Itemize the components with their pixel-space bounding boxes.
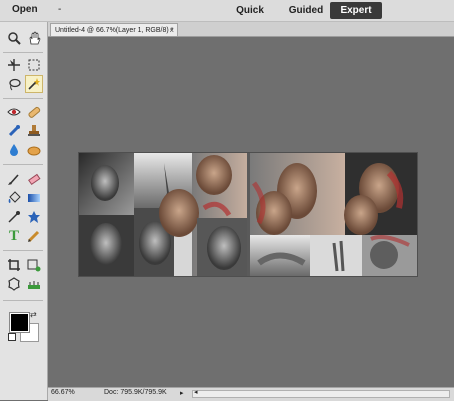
status-menu-arrow-icon[interactable]: ▸	[180, 389, 184, 397]
zoom-level-field[interactable]: 66.67%	[51, 389, 75, 396]
canvas-workspace[interactable]	[48, 37, 454, 386]
eyedropper-tool[interactable]	[5, 208, 23, 226]
crop-tool[interactable]	[5, 256, 23, 274]
rect-marquee-icon	[28, 59, 40, 71]
document-tab[interactable]: Untitled-4 @ 66.7%(Layer 1, RGB/8) * ×	[50, 23, 178, 36]
lasso-icon	[9, 78, 21, 91]
photo-collage	[79, 153, 417, 276]
mode-expert-button[interactable]: Expert	[330, 2, 382, 19]
cookie-cutter-icon	[8, 277, 20, 291]
brush-icon	[8, 174, 19, 185]
straighten-tool[interactable]	[25, 275, 43, 293]
sponge-tool[interactable]	[25, 141, 43, 159]
move-icon	[8, 59, 20, 71]
document-tab-label: Untitled-4 @ 66.7%(Layer 1, RGB/8) *	[55, 27, 174, 34]
crop-icon	[8, 259, 20, 271]
cookie-cutter-tool[interactable]	[5, 275, 23, 293]
smart-brush-tool[interactable]	[5, 122, 23, 140]
document-image[interactable]	[78, 152, 418, 277]
status-bar: 66.67% Doc: 795.9K/795.9K ▸ ◂	[48, 387, 454, 401]
open-button[interactable]: Open	[12, 4, 38, 15]
sponge-icon	[27, 146, 41, 156]
document-tab-strip: Untitled-4 @ 66.7%(Layer 1, RGB/8) * ×	[48, 22, 454, 37]
brush-tool[interactable]	[5, 170, 23, 188]
magic-wand-tool[interactable]	[25, 75, 43, 93]
zoom-tool[interactable]	[5, 29, 23, 47]
gradient-tool[interactable]	[25, 189, 43, 207]
pencil-tool[interactable]	[25, 227, 43, 245]
foreground-color-swatch[interactable]	[9, 312, 30, 333]
move-tool[interactable]	[5, 56, 23, 74]
blur-tool[interactable]	[5, 141, 23, 159]
spot-heal-tool[interactable]	[25, 103, 43, 121]
red-eye-tool[interactable]	[5, 103, 23, 121]
recompose-tool[interactable]	[25, 256, 43, 274]
paint-bucket-icon	[8, 191, 21, 203]
eraser-tool[interactable]	[25, 170, 43, 188]
stamp-icon	[28, 125, 40, 136]
mode-guided-button[interactable]: Guided	[282, 2, 330, 19]
close-icon[interactable]: ×	[169, 24, 174, 36]
eraser-icon	[28, 173, 41, 186]
blur-drop-icon	[10, 144, 18, 156]
scroll-left-icon[interactable]: ◂	[194, 388, 198, 396]
gradient-icon	[28, 194, 40, 202]
marquee-tool[interactable]	[25, 56, 43, 74]
toolbox: T ⇄	[0, 22, 48, 400]
smart-brush-icon	[8, 125, 20, 137]
doc-size-info: Doc: 795.9K/795.9K	[104, 389, 167, 396]
dash-separator: -	[58, 4, 62, 15]
horizontal-scrollbar[interactable]	[192, 390, 450, 398]
paint-bucket-tool[interactable]	[5, 189, 23, 207]
zoom-icon	[8, 32, 21, 45]
mode-quick-button[interactable]: Quick	[230, 2, 270, 19]
bandage-icon	[28, 106, 41, 118]
shape-icon	[28, 211, 40, 223]
hand-tool[interactable]	[25, 29, 43, 47]
custom-shape-tool[interactable]	[25, 208, 43, 226]
red-eye-icon	[7, 108, 21, 116]
lasso-tool[interactable]	[5, 75, 23, 93]
type-tool[interactable]: T	[5, 227, 23, 245]
clone-stamp-tool[interactable]	[25, 122, 43, 140]
type-icon: T	[8, 227, 19, 244]
eyedropper-icon	[8, 211, 20, 223]
top-menu-bar: Open - Quick Guided Expert	[0, 0, 454, 22]
recompose-icon	[27, 259, 41, 272]
swap-colors-icon[interactable]: ⇄	[30, 310, 37, 319]
magic-wand-icon	[28, 78, 40, 90]
pencil-icon	[27, 230, 40, 243]
default-colors-icon[interactable]	[8, 333, 16, 341]
straighten-icon	[28, 281, 40, 289]
hand-icon	[29, 31, 41, 45]
